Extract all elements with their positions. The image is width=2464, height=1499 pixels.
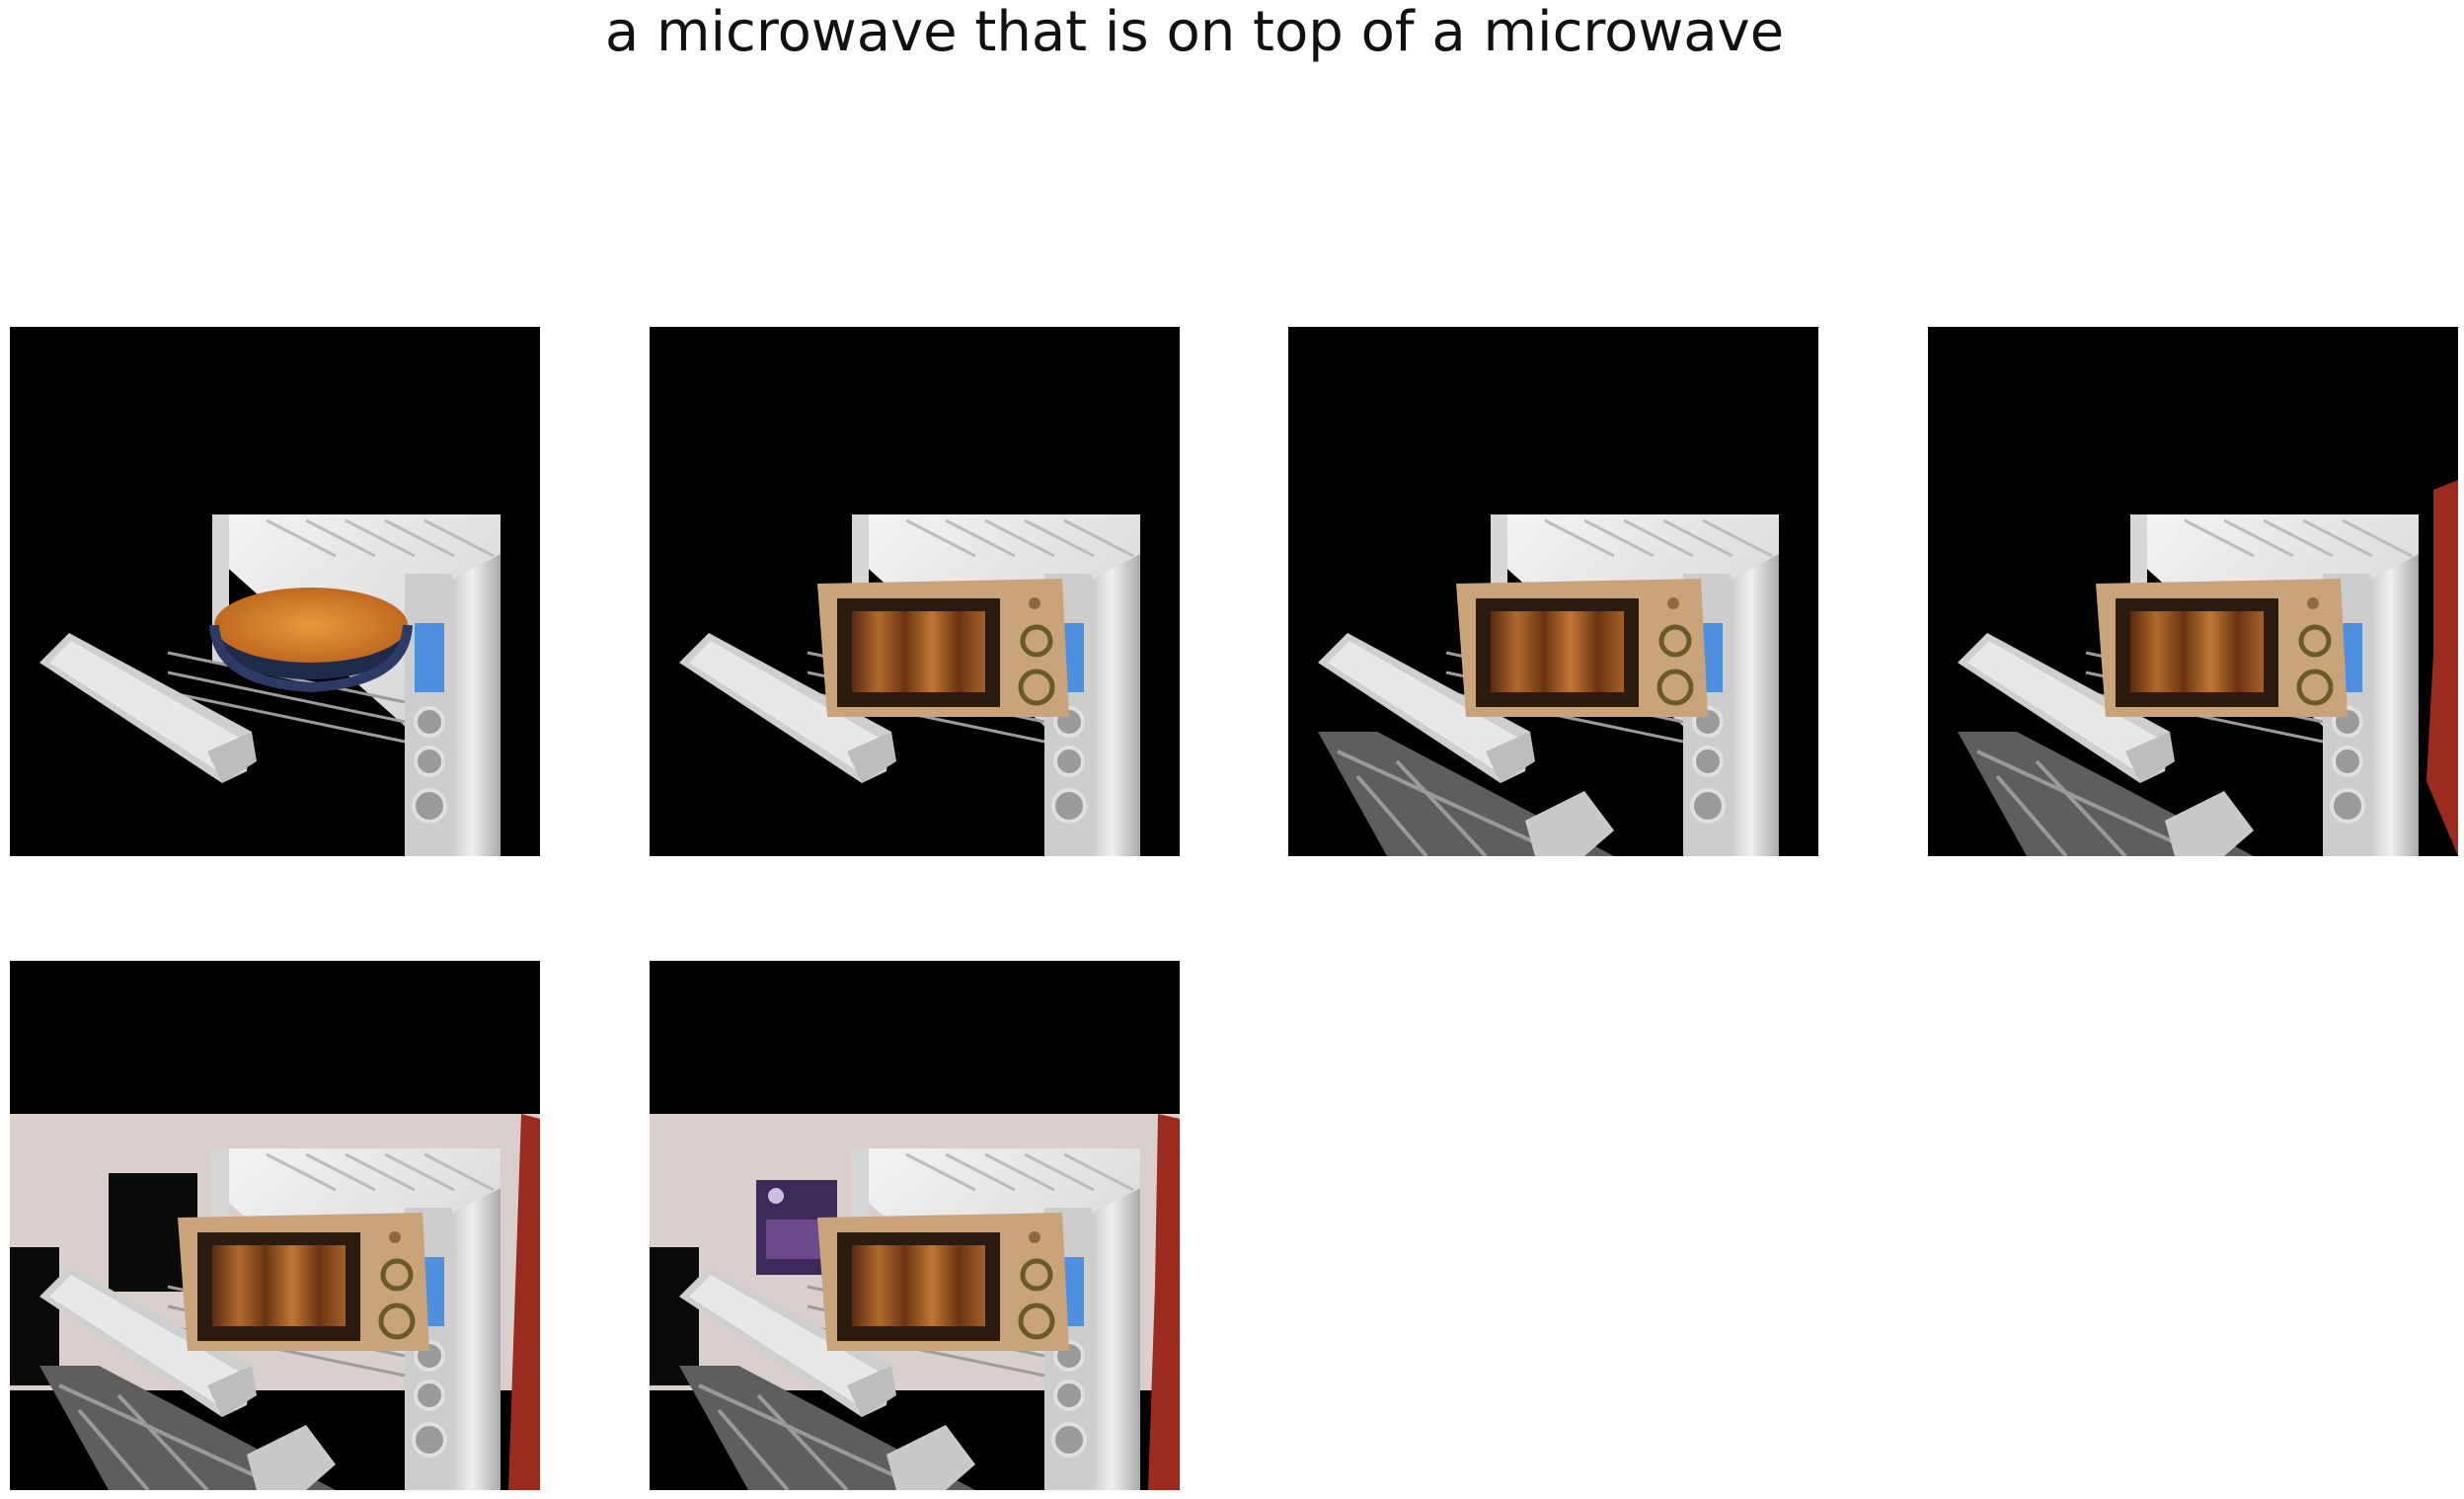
image-panel-2 (650, 327, 1180, 856)
image-panel-5 (10, 961, 540, 1490)
image-panel-4 (1928, 327, 2458, 856)
toaster-oven-microwave-floor-image (1288, 327, 1818, 856)
figure-title: a microwave that is on top of a microwav… (604, 0, 1785, 64)
image-panel-1 (10, 327, 540, 856)
toaster-oven-image (10, 327, 540, 856)
image-panel-3 (1288, 327, 1818, 856)
toaster-oven-microwave-image (650, 327, 1180, 856)
toaster-oven-microwave-poster-image (650, 961, 1180, 1490)
image-panel-6 (650, 961, 1180, 1490)
toaster-oven-microwave-red-edge-image (1928, 327, 2458, 856)
toaster-oven-microwave-wall-image (10, 961, 540, 1490)
